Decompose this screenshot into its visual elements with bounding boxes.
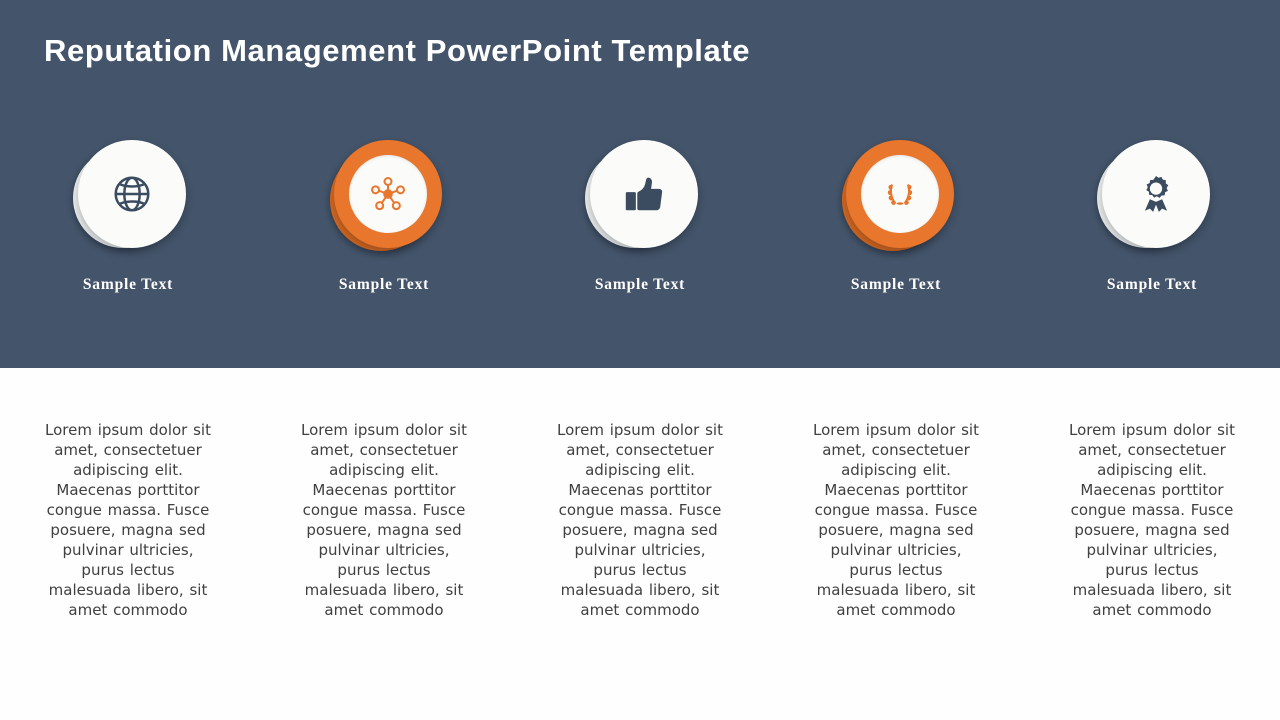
feature-item-3[interactable]: Sample Text [512,140,768,320]
badge-face [1102,140,1210,248]
feature-label-5: Sample Text [1106,276,1198,293]
badge-inner-disc [349,155,427,233]
description-col-2: Lorem ipsum dolor sit amet, consectetuer… [256,420,512,620]
badge-face [590,140,698,248]
icon-badge-3[interactable] [585,140,698,250]
badge-face [78,140,186,248]
description-text: Lorem ipsum dolor sit amet, consectetuer… [45,421,211,619]
description-text: Lorem ipsum dolor sit amet, consectetuer… [813,421,979,619]
badge-face [334,140,442,248]
description-col-4: Lorem ipsum dolor sit amet, consectetuer… [768,420,1024,620]
thumbs-up-icon [621,171,667,217]
description-text: Lorem ipsum dolor sit amet, consectetuer… [301,421,467,619]
slide-canvas: Reputation Management PowerPoint Templat… [0,0,1280,720]
feature-item-4[interactable]: Sample Text [768,140,1024,320]
icon-row: Sample Text Sample Text Sample Text Samp… [0,140,1280,320]
feature-label-3: Sample Text [594,276,686,293]
award-ribbon-icon [1133,171,1179,217]
feature-item-5[interactable]: Sample Text [1024,140,1280,320]
badge-face [846,140,954,248]
globe-icon [109,171,155,217]
feature-item-1[interactable]: Sample Text [0,140,256,320]
icon-badge-4[interactable] [841,140,954,251]
description-col-3: Lorem ipsum dolor sit amet, consectetuer… [512,420,768,620]
feature-label-2: Sample Text [338,276,430,293]
network-hub-icon [368,174,408,214]
laurel-wreath-icon [880,174,920,214]
description-col-1: Lorem ipsum dolor sit amet, consectetuer… [0,420,256,620]
icon-badge-1[interactable] [73,140,186,250]
description-row: Lorem ipsum dolor sit amet, consectetuer… [0,420,1280,620]
description-text: Lorem ipsum dolor sit amet, consectetuer… [1069,421,1235,619]
icon-badge-2[interactable] [329,140,442,251]
feature-label-4: Sample Text [850,276,942,293]
feature-label-1: Sample Text [82,276,174,293]
description-text: Lorem ipsum dolor sit amet, consectetuer… [557,421,723,619]
badge-inner-disc [861,155,939,233]
icon-badge-5[interactable] [1097,140,1210,250]
feature-item-2[interactable]: Sample Text [256,140,512,320]
page-title: Reputation Management PowerPoint Templat… [44,33,751,68]
description-col-5: Lorem ipsum dolor sit amet, consectetuer… [1024,420,1280,620]
